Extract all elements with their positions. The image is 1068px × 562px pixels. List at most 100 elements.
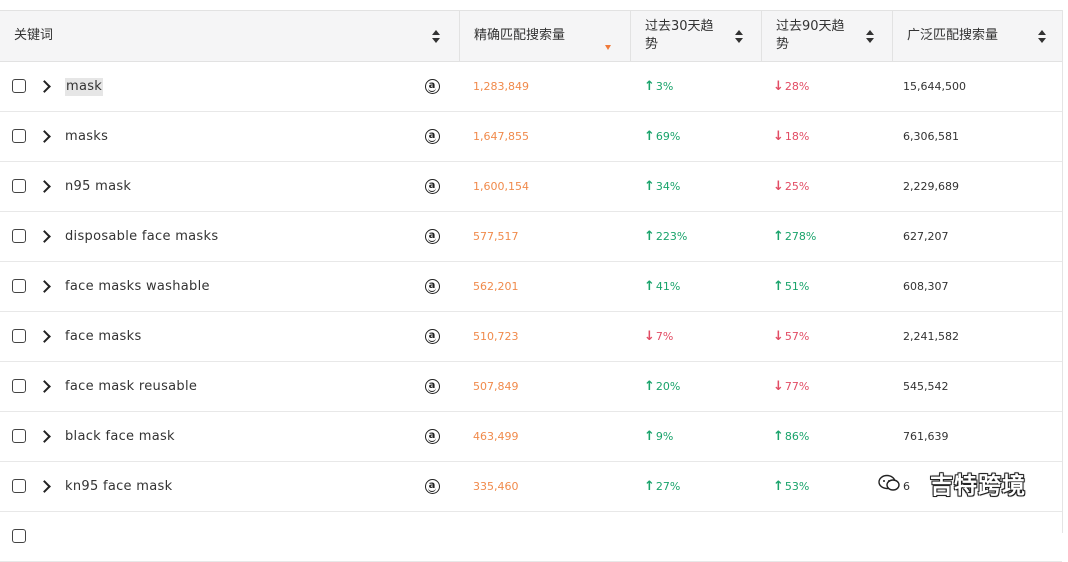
broad-volume-cell: 15,644,500: [903, 80, 966, 93]
broad-volume-cell: 2,241,582: [903, 330, 959, 343]
row-checkbox[interactable]: [12, 429, 26, 443]
sort-desc-active-icon[interactable]: [605, 45, 611, 50]
trend30-value: 34%: [655, 180, 681, 193]
trend90-cell: ↑51%: [773, 262, 809, 312]
arrow-up-icon: ↑: [644, 379, 655, 394]
table-row[interactable]: masks a 1,647,855 ↑69% ↓18% 6,306,581: [0, 112, 1062, 162]
trend30-cell: ↑34%: [644, 162, 680, 212]
exact-volume-cell: 577,517: [473, 230, 519, 243]
expand-chevron-icon[interactable]: [38, 130, 51, 143]
sort-icon[interactable]: [1038, 30, 1046, 44]
row-checkbox[interactable]: [12, 229, 26, 243]
trend30-value: 20%: [655, 380, 681, 393]
sort-icon[interactable]: [735, 30, 743, 44]
amazon-icon[interactable]: a: [425, 279, 440, 294]
table-row[interactable]: n95 mask a 1,600,154 ↑34% ↓25% 2,229,689: [0, 162, 1062, 212]
table-row[interactable]: black face mask a 463,499 ↑9% ↑86% 761,639: [0, 412, 1062, 462]
exact-volume-cell: 1,600,154: [473, 180, 529, 193]
header-broad[interactable]: 广泛匹配搜索量: [892, 11, 1062, 61]
arrow-down-icon: ↓: [773, 179, 784, 194]
keyword-cell[interactable]: black face mask: [65, 412, 175, 462]
expand-chevron-icon[interactable]: [38, 80, 51, 93]
header-keyword-label: 关键词: [14, 28, 54, 43]
arrow-up-icon: ↑: [644, 129, 655, 144]
row-checkbox[interactable]: [12, 279, 26, 293]
exact-volume-cell: 1,647,855: [473, 130, 529, 143]
trend90-value: 57%: [784, 330, 810, 343]
trend90-value: 28%: [784, 80, 810, 93]
amazon-icon[interactable]: a: [425, 479, 440, 494]
broad-volume-cell: 761,639: [903, 430, 949, 443]
broad-volume-cell: 545,542: [903, 380, 949, 393]
keyword-cell[interactable]: kn95 face mask: [65, 462, 172, 512]
trend30-value: 9%: [655, 430, 674, 443]
expand-chevron-icon[interactable]: [38, 230, 51, 243]
header-keyword[interactable]: 关键词: [0, 11, 459, 61]
amazon-icon[interactable]: a: [425, 79, 440, 94]
arrow-up-icon: ↑: [644, 279, 655, 294]
arrow-down-icon: ↓: [773, 79, 784, 94]
row-checkbox[interactable]: [12, 329, 26, 343]
trend90-value: 51%: [784, 280, 810, 293]
arrow-up-icon: ↑: [773, 479, 784, 494]
trend90-cell: ↑86%: [773, 412, 809, 462]
row-checkbox[interactable]: [12, 479, 26, 493]
chat-bubble-icon: [878, 474, 900, 491]
amazon-icon[interactable]: a: [425, 329, 440, 344]
keyword-cell[interactable]: face masks washable: [65, 262, 210, 312]
keyword-cell[interactable]: masks: [65, 112, 108, 162]
arrow-down-icon: ↓: [773, 329, 784, 344]
header-trend90-label: 过去90天趋势: [776, 19, 845, 52]
trend90-value: 278%: [784, 230, 817, 243]
amazon-icon[interactable]: a: [425, 429, 440, 444]
table-row-partial[interactable]: [0, 512, 1062, 562]
expand-chevron-icon[interactable]: [38, 280, 51, 293]
trend90-cell: ↓18%: [773, 112, 809, 162]
header-trend90[interactable]: 过去90天趋势: [761, 11, 892, 61]
sort-icon[interactable]: [866, 30, 874, 44]
row-checkbox[interactable]: [12, 79, 26, 93]
broad-volume-cell: 627,207: [903, 230, 949, 243]
table-row[interactable]: face masks a 510,723 ↓7% ↓57% 2,241,582: [0, 312, 1062, 362]
trend30-cell: ↑69%: [644, 112, 680, 162]
exact-volume-cell: 507,849: [473, 380, 519, 393]
amazon-icon[interactable]: a: [425, 179, 440, 194]
trend30-value: 27%: [655, 480, 681, 493]
arrow-down-icon: ↓: [644, 329, 655, 344]
amazon-icon[interactable]: a: [425, 229, 440, 244]
header-trend30[interactable]: 过去30天趋势: [630, 11, 761, 61]
trend90-cell: ↓77%: [773, 362, 809, 412]
table-row[interactable]: disposable face masks a 577,517 ↑223% ↑278% 6…: [0, 212, 1062, 262]
row-checkbox[interactable]: [12, 529, 26, 543]
expand-chevron-icon[interactable]: [38, 380, 51, 393]
header-broad-label: 广泛匹配搜索量: [907, 28, 999, 43]
amazon-icon[interactable]: a: [425, 379, 440, 394]
keyword-cell[interactable]: disposable face masks: [65, 212, 218, 262]
table-row[interactable]: face masks washable a 562,201 ↑41% ↑51% 608,3…: [0, 262, 1062, 312]
row-checkbox[interactable]: [12, 179, 26, 193]
row-checkbox[interactable]: [12, 379, 26, 393]
sort-icon[interactable]: [432, 30, 440, 44]
keyword-cell[interactable]: face mask reusable: [65, 362, 197, 412]
keyword-cell[interactable]: mask: [65, 78, 104, 96]
row-checkbox[interactable]: [12, 129, 26, 143]
expand-chevron-icon[interactable]: [38, 330, 51, 343]
trend30-value: 41%: [655, 280, 681, 293]
table-row[interactable]: mask a 1,283,849 ↑3% ↓28% 15,644,500: [0, 62, 1062, 112]
trend90-cell: ↓28%: [773, 62, 809, 112]
expand-chevron-icon[interactable]: [38, 480, 51, 493]
expand-chevron-icon[interactable]: [38, 180, 51, 193]
amazon-icon[interactable]: a: [425, 129, 440, 144]
trend30-cell: ↑20%: [644, 362, 680, 412]
trend30-cell: ↓7%: [644, 312, 673, 362]
keyword-cell[interactable]: face masks: [65, 312, 142, 362]
table-row[interactable]: face mask reusable a 507,849 ↑20% ↓77% 545,54…: [0, 362, 1062, 412]
table-right-border: [1062, 10, 1063, 533]
exact-volume-cell: 562,201: [473, 280, 519, 293]
exact-volume-cell: 1,283,849: [473, 80, 529, 93]
keyword-cell[interactable]: n95 mask: [65, 162, 131, 212]
trend90-cell: ↑53%: [773, 462, 809, 512]
header-exact[interactable]: 精确匹配搜索量: [459, 11, 630, 61]
exact-volume-cell: 335,460: [473, 480, 519, 493]
expand-chevron-icon[interactable]: [38, 430, 51, 443]
